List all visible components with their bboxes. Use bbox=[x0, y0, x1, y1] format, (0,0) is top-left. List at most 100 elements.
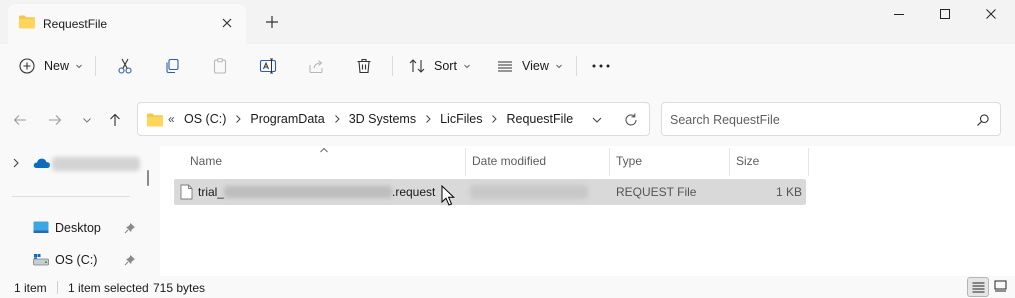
column-divider[interactable] bbox=[609, 148, 610, 176]
column-header-type[interactable]: Type bbox=[616, 154, 642, 170]
onedrive-account-label[interactable] bbox=[52, 157, 140, 171]
nav-divider bbox=[12, 196, 130, 197]
status-bar: 1 item 1 item selected 715 bytes bbox=[0, 276, 1015, 298]
breadcrumb: OS (C:) ProgramData 3D Systems LicFiles … bbox=[184, 112, 573, 126]
sort-button[interactable]: Sort bbox=[408, 52, 471, 80]
new-tab-icon[interactable] bbox=[264, 14, 280, 30]
maximize-button[interactable] bbox=[922, 0, 968, 30]
chevron-right-icon[interactable] bbox=[424, 114, 432, 124]
status-selection: 1 item selected bbox=[68, 281, 149, 295]
rename-icon bbox=[259, 57, 277, 75]
column-header-name[interactable]: Name bbox=[190, 154, 222, 170]
chevron-down-icon bbox=[75, 62, 83, 70]
nav-item-os-c[interactable]: OS (C:) bbox=[33, 250, 97, 270]
address-history-icon[interactable] bbox=[590, 113, 604, 127]
delete-button[interactable] bbox=[355, 52, 373, 80]
details-view-toggle[interactable] bbox=[967, 277, 989, 297]
chevron-right-icon[interactable] bbox=[10, 157, 22, 169]
more-icon bbox=[590, 57, 612, 75]
navigation-pane-scrollbar[interactable] bbox=[147, 170, 149, 186]
desktop-icon bbox=[33, 221, 49, 235]
minimize-button[interactable] bbox=[876, 0, 922, 30]
address-row: « OS (C:) ProgramData 3D Systems LicFile… bbox=[0, 88, 1015, 146]
chevron-right-icon[interactable] bbox=[490, 114, 498, 124]
share-button[interactable] bbox=[307, 52, 325, 80]
toolbar-divider bbox=[576, 56, 577, 76]
file-name-prefix: trial_ bbox=[198, 185, 225, 199]
file-icon bbox=[180, 184, 193, 200]
tab-title: RequestFile bbox=[43, 17, 108, 31]
refresh-icon[interactable] bbox=[623, 112, 639, 128]
sort-label: Sort bbox=[434, 59, 457, 73]
column-divider[interactable] bbox=[465, 148, 466, 176]
view-label: View bbox=[522, 59, 549, 73]
search-icon[interactable] bbox=[976, 113, 990, 127]
paste-icon bbox=[211, 57, 229, 75]
chevron-right-icon[interactable] bbox=[333, 114, 341, 124]
large-icons-view-toggle[interactable] bbox=[990, 277, 1012, 297]
new-label: New bbox=[44, 59, 70, 73]
paste-button[interactable] bbox=[211, 52, 229, 80]
rename-button[interactable] bbox=[259, 52, 277, 80]
recent-locations-icon[interactable] bbox=[79, 112, 95, 128]
cut-button[interactable] bbox=[116, 52, 134, 80]
status-selection-size: 715 bytes bbox=[153, 281, 206, 295]
breadcrumb-item[interactable]: 3D Systems bbox=[349, 112, 416, 126]
mouse-cursor-icon bbox=[441, 185, 455, 207]
column-header-size[interactable]: Size bbox=[736, 154, 759, 170]
column-divider[interactable] bbox=[729, 148, 730, 176]
navigation-pane: Desktop OS (C:) bbox=[0, 146, 160, 276]
status-item-count: 1 item bbox=[14, 281, 47, 295]
command-bar: New Sort View bbox=[0, 44, 1015, 88]
plus-circle-icon bbox=[18, 57, 36, 75]
copy-button[interactable] bbox=[163, 52, 181, 80]
status-divider bbox=[57, 281, 58, 294]
folder-icon bbox=[146, 112, 164, 128]
file-type: REQUEST File bbox=[616, 185, 697, 199]
pin-icon[interactable] bbox=[124, 222, 136, 234]
folder-icon bbox=[18, 14, 36, 30]
view-icon bbox=[496, 57, 514, 75]
search-box bbox=[661, 102, 1001, 136]
nav-item-label: Desktop bbox=[55, 221, 101, 235]
file-date-redacted bbox=[470, 185, 588, 199]
back-arrow-icon[interactable] bbox=[12, 112, 28, 128]
breadcrumb-item[interactable]: LicFiles bbox=[440, 112, 482, 126]
breadcrumb-item[interactable]: ProgramData bbox=[250, 112, 324, 126]
pin-icon[interactable] bbox=[124, 254, 136, 266]
breadcrumb-item[interactable]: RequestFile bbox=[506, 112, 573, 126]
delete-icon bbox=[355, 57, 373, 75]
tab-requestfile[interactable]: RequestFile bbox=[8, 4, 246, 44]
file-list: Name Date modified Type Size trial_ .req… bbox=[160, 146, 1015, 276]
file-name-redacted bbox=[224, 186, 392, 198]
up-arrow-icon[interactable] bbox=[107, 112, 123, 128]
sort-icon bbox=[408, 57, 426, 75]
column-divider[interactable] bbox=[808, 148, 809, 176]
file-row[interactable]: trial_ .request REQUEST File 1 KB bbox=[174, 179, 806, 205]
close-window-button[interactable] bbox=[968, 0, 1014, 30]
share-icon bbox=[307, 57, 325, 75]
view-button[interactable]: View bbox=[496, 52, 563, 80]
nav-item-label: OS (C:) bbox=[55, 253, 98, 267]
cut-icon bbox=[116, 57, 134, 75]
forward-arrow-icon[interactable] bbox=[47, 112, 63, 128]
more-options-button[interactable] bbox=[590, 52, 612, 80]
onedrive-cloud-icon[interactable] bbox=[33, 157, 51, 169]
address-bar[interactable]: « OS (C:) ProgramData 3D Systems LicFile… bbox=[137, 102, 650, 136]
file-name-suffix: .request bbox=[392, 185, 436, 199]
nav-item-desktop[interactable]: Desktop bbox=[33, 218, 101, 238]
breadcrumb-overflow[interactable]: « bbox=[168, 112, 175, 126]
title-bar: RequestFile bbox=[0, 0, 1015, 44]
chevron-right-icon[interactable] bbox=[234, 114, 242, 124]
copy-icon bbox=[163, 57, 181, 75]
drive-icon bbox=[33, 253, 49, 267]
close-tab-icon[interactable] bbox=[219, 15, 235, 31]
file-size: 1 KB bbox=[775, 185, 802, 199]
toolbar-divider bbox=[392, 56, 393, 76]
breadcrumb-item[interactable]: OS (C:) bbox=[184, 112, 226, 126]
search-input[interactable] bbox=[670, 111, 970, 129]
new-button[interactable]: New bbox=[18, 52, 83, 80]
sort-ascending-icon bbox=[319, 146, 329, 154]
column-header-date-modified[interactable]: Date modified bbox=[472, 154, 546, 170]
chevron-down-icon bbox=[555, 62, 563, 70]
